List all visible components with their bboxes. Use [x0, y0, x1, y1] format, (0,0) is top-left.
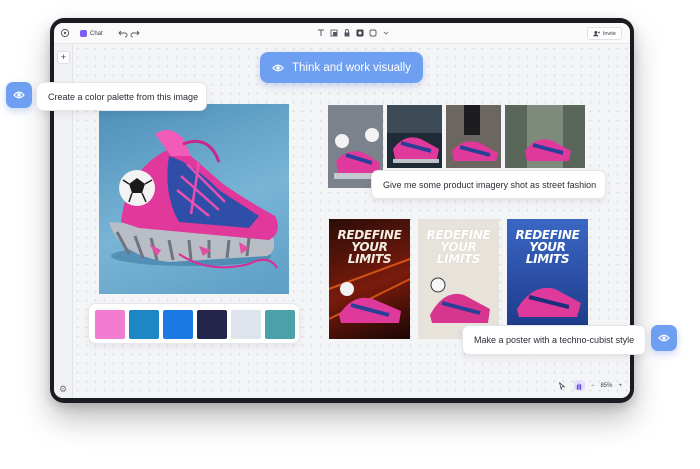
color-swatch[interactable]: [231, 310, 261, 339]
shape-icon[interactable]: [368, 28, 378, 38]
street-photo-illustration: [387, 105, 442, 168]
ai-badge: [651, 325, 677, 351]
eye-icon: [13, 91, 25, 99]
cursor-tool-icon[interactable]: [557, 380, 568, 391]
eye-icon: [272, 64, 284, 71]
prompt-text: Give me some product imagery shot as str…: [383, 179, 597, 190]
add-user-icon: [593, 31, 600, 37]
street-photo-illustration: [505, 105, 585, 168]
lock-icon[interactable]: [342, 28, 352, 38]
headline-text: Think and work visually: [292, 61, 411, 74]
zoom-controls: − 85% +: [557, 379, 622, 392]
zoom-out-button[interactable]: −: [591, 383, 595, 389]
poster-1[interactable]: REDEFINE YOUR LIMITS: [329, 219, 410, 339]
color-swatch[interactable]: [197, 310, 227, 339]
color-palette-card[interactable]: [88, 303, 300, 344]
invite-button[interactable]: Invite: [586, 27, 622, 40]
zoom-in-button[interactable]: +: [618, 383, 622, 389]
poster-2[interactable]: REDEFINE YOUR LIMITS: [418, 219, 499, 339]
chat-label: Chat: [90, 30, 103, 37]
poster-art: [430, 277, 490, 323]
prompt-text: Create a color palette from this image: [48, 91, 199, 102]
prompt-bubble-street[interactable]: Give me some product imagery shot as str…: [371, 170, 606, 199]
street-photo-4[interactable]: [505, 105, 585, 168]
headline-pill: Think and work visually: [260, 52, 423, 83]
undo-icon[interactable]: [118, 28, 128, 38]
chat-icon: [80, 30, 87, 37]
poster-3[interactable]: REDEFINE YOUR LIMITS: [507, 219, 588, 326]
color-swatch[interactable]: [129, 310, 159, 339]
redo-icon[interactable]: [130, 28, 140, 38]
chat-button[interactable]: Chat: [80, 27, 103, 40]
chevron-down-icon[interactable]: [381, 28, 391, 38]
poster-art: [329, 258, 410, 323]
top-toolbar: Chat Invite: [54, 23, 630, 44]
poster-art: [517, 287, 581, 317]
prompt-bubble-palette[interactable]: Create a color palette from this image: [36, 82, 207, 111]
color-swatch[interactable]: [265, 310, 295, 339]
prompt-text: Make a poster with a techno-cubist style: [474, 335, 635, 345]
color-swatch[interactable]: [95, 310, 125, 339]
color-swatch[interactable]: [163, 310, 193, 339]
zoom-level: 85%: [600, 382, 613, 389]
add-button[interactable]: +: [57, 51, 70, 64]
street-photo-illustration: [446, 105, 501, 168]
eye-icon: [658, 334, 670, 342]
street-photo-2[interactable]: [387, 105, 442, 168]
ai-badge: [6, 82, 32, 108]
street-photo-3[interactable]: [446, 105, 501, 168]
sneaker-illustration: [109, 129, 278, 269]
text-tool-icon[interactable]: [316, 28, 326, 38]
invite-label: Invite: [602, 30, 616, 37]
prompt-bubble-poster[interactable]: Make a poster with a techno-cubist style: [462, 325, 646, 355]
frame-tool-icon[interactable]: [329, 28, 339, 38]
hand-tool-icon[interactable]: [573, 380, 585, 391]
sneaker-image[interactable]: [99, 104, 289, 294]
logo-icon[interactable]: [60, 28, 70, 38]
settings-icon[interactable]: ⚙: [58, 384, 68, 394]
sticky-icon[interactable]: [355, 28, 365, 38]
